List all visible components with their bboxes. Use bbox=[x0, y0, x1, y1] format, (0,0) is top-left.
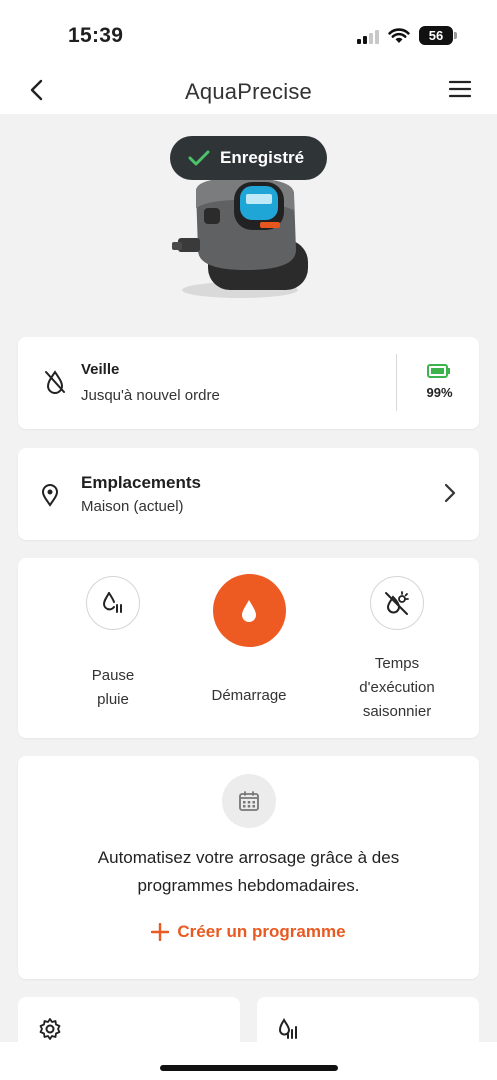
rain-pause-circle[interactable] bbox=[86, 576, 140, 630]
locations-subtitle: Maison (actuel) bbox=[81, 498, 184, 515]
settings-gear-icon bbox=[39, 1018, 61, 1040]
create-program-label: Créer un programme bbox=[177, 922, 346, 941]
program-text-line1: Automatisez votre arrosage grâce à des bbox=[97, 848, 400, 867]
rain-pause-label-line2: pluie bbox=[97, 691, 129, 708]
start-button[interactable]: Démarrage bbox=[188, 574, 310, 708]
saved-badge: Enregistré bbox=[170, 136, 327, 180]
calendar-icon bbox=[239, 791, 259, 811]
device-area: Enregistré bbox=[0, 114, 497, 324]
status-bar: 15:39 56 bbox=[0, 0, 497, 70]
rain-pause-button[interactable]: Pause pluie bbox=[58, 576, 168, 712]
battery-level: 56 bbox=[428, 28, 444, 43]
actions-card: Pause pluie Démarrage Temps d'exécution bbox=[18, 558, 479, 738]
home-indicator[interactable] bbox=[160, 1065, 338, 1071]
plus-icon bbox=[151, 923, 170, 941]
battery-percent: 99% bbox=[426, 385, 453, 400]
device-image bbox=[172, 178, 308, 298]
rain-pause-icon bbox=[102, 592, 122, 613]
start-label: Démarrage bbox=[211, 687, 287, 704]
program-description: Automatisez votre arrosage grâce à des p… bbox=[38, 844, 459, 900]
water-drop-icon bbox=[242, 599, 256, 622]
nav-bar: AquaPrecise bbox=[0, 70, 497, 114]
seasonal-label-line2: d'exécution bbox=[359, 679, 435, 696]
battery-icon bbox=[427, 364, 450, 378]
status-card[interactable]: Veille Jusqu'à nouvel ordre 99% bbox=[18, 337, 479, 429]
locations-card[interactable]: Emplacements Maison (actuel) bbox=[18, 448, 479, 540]
status-title: Veille bbox=[81, 361, 120, 378]
calendar-circle bbox=[222, 774, 276, 828]
locations-title: Emplacements bbox=[81, 473, 201, 492]
wifi-icon bbox=[388, 27, 410, 43]
seasonal-runtime-circle[interactable] bbox=[370, 576, 424, 630]
status-subtitle: Jusqu'à nouvel ordre bbox=[81, 387, 220, 404]
location-pin-icon bbox=[41, 484, 59, 507]
seasonal-runtime-button[interactable]: Temps d'exécution saisonnier bbox=[330, 576, 464, 724]
page-title: AquaPrecise bbox=[185, 79, 312, 104]
check-icon bbox=[188, 150, 210, 166]
drop-off-icon bbox=[45, 370, 65, 394]
rain-pause-label: Pause pluie bbox=[58, 664, 168, 712]
seasonal-label-line1: Temps bbox=[374, 655, 420, 672]
program-text-line2: programmes hebdomadaires. bbox=[137, 876, 360, 895]
saved-badge-label: Enregistré bbox=[220, 148, 305, 167]
chevron-right-icon bbox=[444, 483, 456, 503]
create-program-button[interactable]: Créer un programme bbox=[18, 922, 479, 942]
start-circle[interactable] bbox=[212, 574, 286, 647]
rain-pause-label-line1: Pause bbox=[91, 667, 135, 684]
status-time: 15:39 bbox=[68, 24, 124, 47]
seasonal-runtime-label: Temps d'exécution saisonnier bbox=[330, 652, 464, 724]
signal-icon bbox=[357, 28, 379, 44]
divider bbox=[396, 354, 397, 411]
water-level-icon bbox=[278, 1018, 297, 1039]
hamburger-menu-icon[interactable] bbox=[447, 76, 473, 102]
program-card: Automatisez votre arrosage grâce à des p… bbox=[18, 756, 479, 979]
home-bar-area bbox=[0, 1042, 497, 1080]
status-icons: 56 bbox=[357, 26, 457, 45]
battery-indicator: 56 bbox=[419, 26, 457, 45]
seasonal-label-line3: saisonnier bbox=[362, 703, 432, 720]
seasonal-off-icon bbox=[385, 591, 409, 615]
